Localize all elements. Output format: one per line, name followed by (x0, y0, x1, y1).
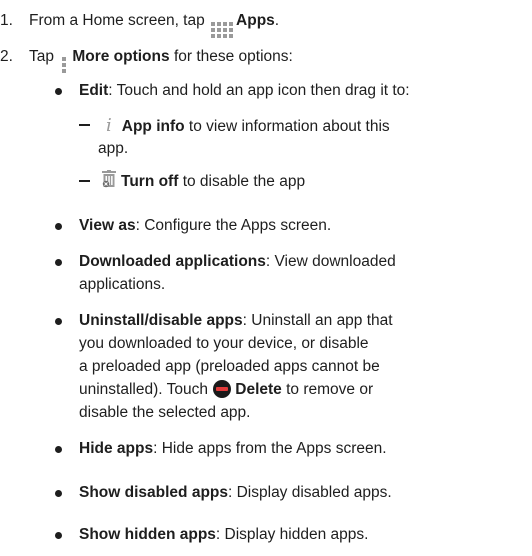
option-edit: Edit: Touch and hold an app icon then dr… (79, 82, 410, 99)
option-hide-apps: Hide apps: Hide apps from the Apps scree… (79, 440, 387, 457)
subitem-app-info-line2: app. (98, 140, 129, 157)
bullet (55, 318, 62, 325)
info-icon: i (106, 115, 112, 136)
delete-label: Delete (235, 381, 282, 398)
subitem-turn-off: Turn off to disable the app (98, 170, 305, 193)
more-options-label: More options (72, 48, 170, 65)
option-downloaded-applications: Downloaded applications: View downloaded (79, 253, 396, 270)
option-uninstall-line4: uninstalled). Touch Delete to remove or (79, 380, 374, 398)
dash (79, 124, 90, 126)
option-uninstall-line2: you downloaded to your device, or disabl… (79, 335, 369, 352)
option-view-as: View as: Configure the Apps screen. (79, 217, 332, 234)
step-text: Tap (29, 48, 54, 65)
step-number: 1. (0, 12, 13, 29)
option-uninstall-line3: a preloaded app (preloaded apps cannot b… (79, 358, 380, 375)
step-text: From a Home screen, tap (29, 12, 205, 29)
dash (79, 180, 90, 182)
bullet (55, 490, 62, 497)
option-downloaded-applications-line2: applications. (79, 276, 166, 293)
bullet (55, 259, 62, 266)
apps-grid-icon (211, 22, 234, 38)
delete-icon (213, 380, 232, 398)
option-uninstall-disable: Uninstall/disable apps: Uninstall an app… (79, 312, 393, 329)
trash-icon (102, 170, 116, 188)
option-uninstall-line5: disable the selected app. (79, 404, 251, 421)
option-show-hidden: Show hidden apps: Display hidden apps. (79, 526, 369, 543)
apps-label: Apps (236, 12, 275, 29)
subitem-app-info: i App info to view information about this (106, 115, 390, 136)
option-show-disabled: Show disabled apps: Display disabled app… (79, 484, 392, 501)
more-options-icon (62, 57, 67, 73)
bullet (55, 223, 62, 230)
bullet (55, 532, 62, 539)
bullet (55, 446, 62, 453)
bullet (55, 88, 62, 95)
step-number: 2. (0, 48, 13, 65)
